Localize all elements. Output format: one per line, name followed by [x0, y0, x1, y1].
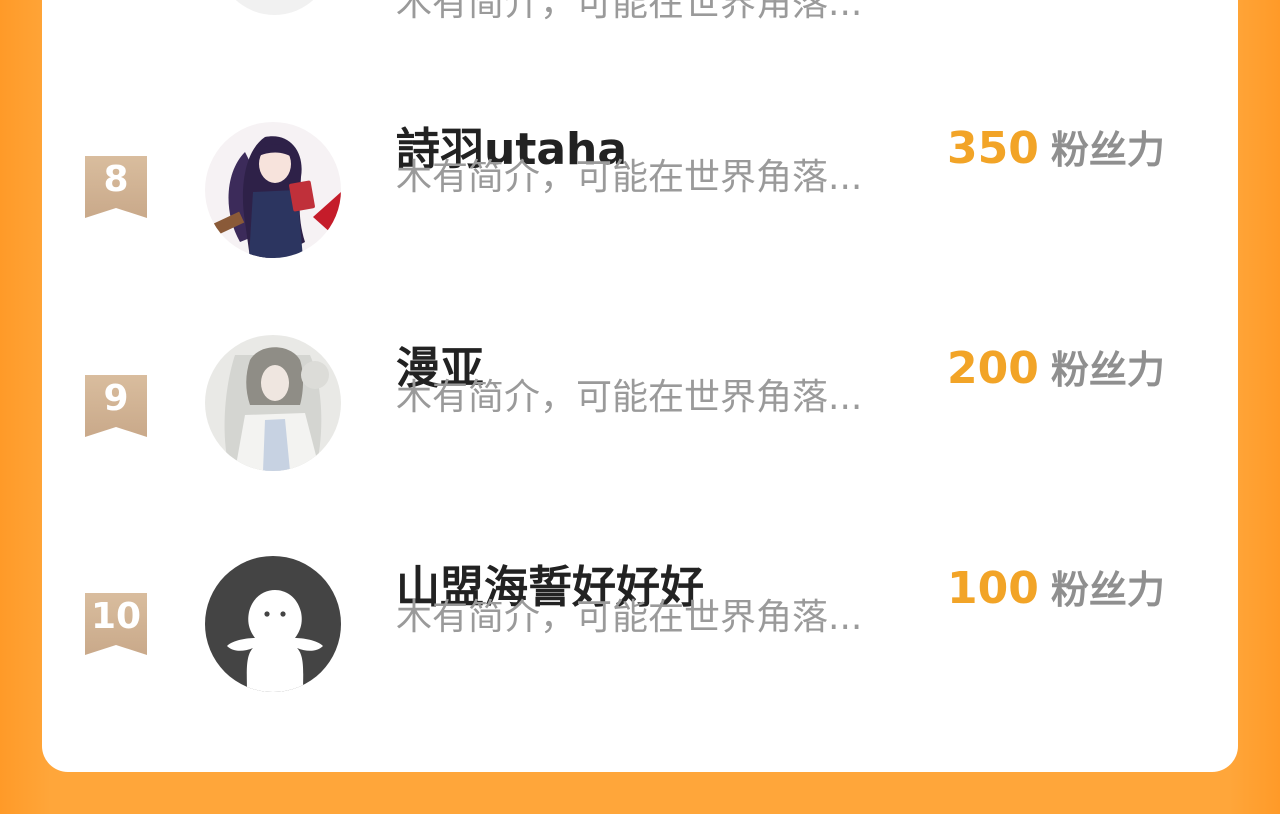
- fan-power-value: 100: [947, 563, 1039, 614]
- rank-badge: 9: [85, 375, 147, 437]
- fan-power-unit: 粉丝力: [1050, 128, 1165, 172]
- leaderboard-card: 木有简介，可能在世界角落... 8 詩羽utaha 木有简介，可能在世界角落..…: [42, 0, 1238, 772]
- fan-power: 350 粉丝力: [947, 123, 1165, 184]
- list-item-partial[interactable]: 木有简介，可能在世界角落...: [42, 0, 1238, 50]
- user-description: 木有简介，可能在世界角落...: [396, 377, 863, 418]
- fan-power-value: 350: [947, 123, 1039, 174]
- fan-power-value: 200: [947, 343, 1039, 394]
- user-description: 木有简介，可能在世界角落...: [396, 0, 863, 24]
- avatar[interactable]: [205, 122, 341, 258]
- rank-number: 9: [103, 378, 129, 419]
- default-avatar-icon[interactable]: [205, 556, 341, 692]
- fan-power: 100 粉丝力: [947, 563, 1165, 624]
- avatar[interactable]: [205, 335, 341, 471]
- fan-power: 200 粉丝力: [947, 343, 1165, 404]
- fan-power-unit: 粉丝力: [1050, 348, 1165, 392]
- list-item[interactable]: 10 山盟海誓好好好 木有简介，可能在世界角落... 100 粉丝力: [42, 550, 1238, 710]
- list-item[interactable]: 8 詩羽utaha 木有简介，可能在世界角落... 350 粉丝力: [42, 110, 1238, 270]
- leaderboard-page: 木有简介，可能在世界角落... 8 詩羽utaha 木有简介，可能在世界角落..…: [0, 0, 1280, 814]
- rank-number: 10: [90, 596, 142, 637]
- rank-number: 8: [103, 159, 129, 200]
- avatar-partial: [217, 0, 332, 15]
- rank-badge: 8: [85, 156, 147, 218]
- user-description: 木有简介，可能在世界角落...: [396, 597, 863, 638]
- user-description: 木有简介，可能在世界角落...: [396, 157, 863, 198]
- list-item[interactable]: 9 漫亚 木有简介，可能在世界角落... 200 粉丝力: [42, 330, 1238, 490]
- rank-badge: 10: [85, 593, 147, 655]
- fan-power-unit: 粉丝力: [1050, 568, 1165, 612]
